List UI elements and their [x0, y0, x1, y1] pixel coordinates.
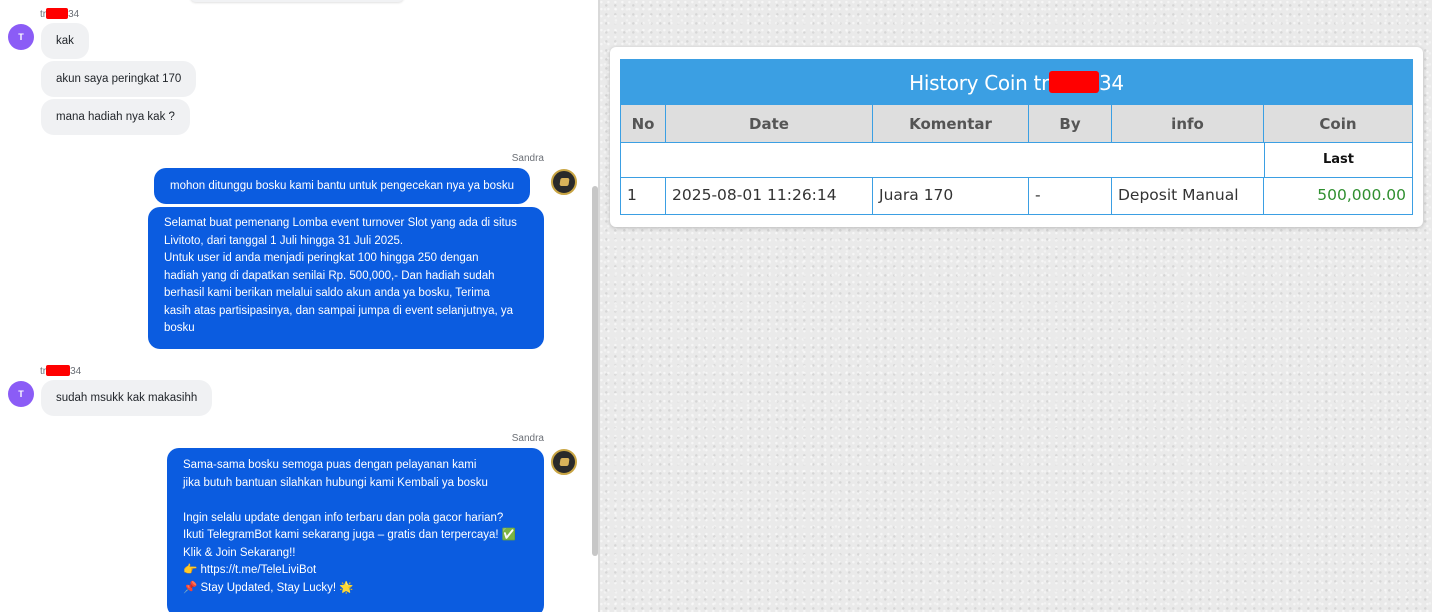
agent-message-bubble: Sama-sama bosku semoga puas dengan pelay… [167, 448, 544, 612]
user-avatar[interactable]: T [8, 381, 34, 407]
chat-panel: tr 34 T kak akun saya peringkat 170 mana … [0, 0, 600, 612]
column-header-date: Date [665, 104, 873, 143]
redaction-mark [1049, 71, 1099, 93]
column-header-no: No [620, 104, 666, 143]
column-header-coin: Coin [1263, 104, 1413, 143]
agent-message-bubble: Selamat buat pemenang Lomba event turnov… [148, 207, 544, 349]
column-header-by: By [1028, 104, 1112, 143]
redaction-mark [46, 365, 71, 376]
last-row: Last [620, 143, 1413, 178]
agent-name: Sandra [511, 153, 544, 164]
user-name: tr 34 [40, 365, 82, 377]
history-panel: History Coin tr 34 No Date Komentar By in… [600, 0, 1432, 612]
user-name: tr 34 [40, 8, 80, 20]
user-message-bubble: mana hadiah nya kak ? [41, 99, 190, 135]
cell-date: 2025-08-01 11:26:14 [665, 178, 873, 215]
last-label: Last [1322, 152, 1354, 167]
column-header-komentar: Komentar [872, 104, 1029, 143]
cell-coin: 500,000.00 [1263, 178, 1413, 215]
user-message-bubble: kak [41, 23, 89, 59]
cell-no: 1 [620, 178, 666, 215]
user-message-bubble: akun saya peringkat 170 [41, 61, 197, 97]
history-table: History Coin tr 34 No Date Komentar By in… [620, 59, 1413, 215]
agent-name: Sandra [511, 433, 544, 444]
user-avatar[interactable]: T [8, 24, 34, 50]
user-message-bubble: sudah msukk kak makasihh [41, 380, 213, 416]
agent-avatar[interactable] [551, 449, 577, 475]
history-card: History Coin tr 34 No Date Komentar By in… [610, 47, 1423, 227]
agent-avatar[interactable] [551, 169, 577, 195]
history-title: History Coin tr 34 [620, 59, 1413, 104]
column-header-info: info [1111, 104, 1264, 143]
previous-message-edge [190, 0, 404, 2]
redaction-mark [46, 8, 69, 19]
cell-by: - [1028, 178, 1112, 215]
brand-logo-icon [558, 178, 570, 186]
cell-komentar: Juara 170 [872, 178, 1029, 215]
brand-logo-icon [558, 458, 570, 466]
agent-message-bubble: mohon ditunggu bosku kami bantu untuk pe… [154, 168, 530, 204]
cell-info: Deposit Manual [1111, 178, 1264, 215]
